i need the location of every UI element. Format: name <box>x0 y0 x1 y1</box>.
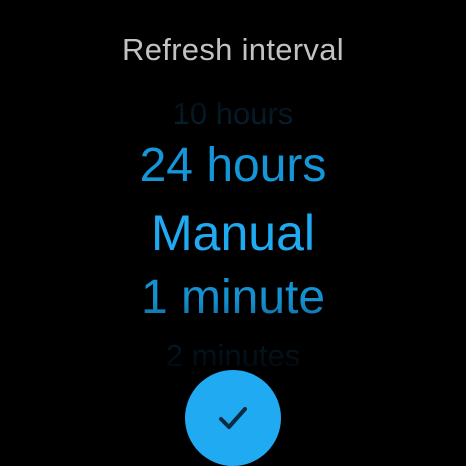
picker-item-24-hours[interactable]: 24 hours <box>0 142 466 190</box>
page-title: Refresh interval <box>122 32 344 67</box>
picker-item-1-minute[interactable]: 1 minute <box>0 274 466 322</box>
picker-item-10-hours[interactable]: 10 hours <box>0 98 466 129</box>
check-icon <box>219 407 247 429</box>
picker-item-2-minutes[interactable]: 2 minutes <box>0 340 466 371</box>
refresh-interval-picker[interactable]: 10 hours 24 hours Manual 1 minute 2 minu… <box>0 88 466 371</box>
confirm-button[interactable] <box>185 370 281 466</box>
picker-item-selected-manual[interactable]: Manual <box>0 208 466 258</box>
watch-screen: Refresh interval 10 hours 24 hours Manua… <box>0 0 466 466</box>
